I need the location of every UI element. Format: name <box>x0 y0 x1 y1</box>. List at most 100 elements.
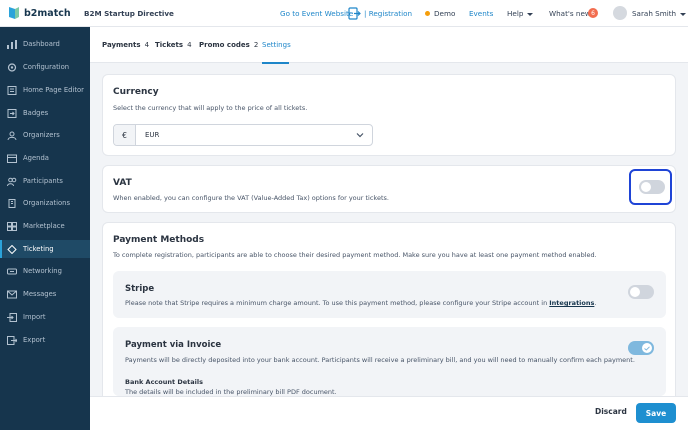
tab-label: Settings <box>262 41 291 49</box>
sidebar-item-networking[interactable]: Networking <box>0 262 90 280</box>
badge-icon <box>7 108 17 118</box>
go-to-event-website-link[interactable]: Go to Event Website <box>280 9 353 18</box>
messages-icon <box>7 290 17 299</box>
invoice-title: Payment via Invoice <box>125 340 222 350</box>
sidebar-item-label: Dashboard <box>23 40 60 48</box>
payment-methods-description: To complete registration, participants a… <box>113 251 597 259</box>
stripe-description-line: Please note that Stripe requires a minim… <box>125 299 597 307</box>
toggle-knob <box>641 182 651 192</box>
sidebar-item-participants[interactable]: Participants <box>0 172 90 190</box>
sidebar-item-dashboard[interactable]: Dashboard <box>0 35 90 53</box>
event-name: B2M Startup Directive <box>84 9 174 18</box>
sidebar-item-configuration[interactable]: Configuration <box>0 58 90 76</box>
tab-promo-codes[interactable]: Promo codes 2 <box>199 41 258 49</box>
sidebar-item-label: Agenda <box>23 154 49 162</box>
tab-count: 2 <box>253 41 259 49</box>
sidebar-item-label: Import <box>23 313 46 321</box>
stripe-card <box>113 271 666 318</box>
stripe-toggle[interactable] <box>628 285 654 299</box>
page-editor-icon <box>7 85 17 95</box>
agenda-icon <box>7 154 17 163</box>
vat-toggle[interactable] <box>639 180 665 194</box>
help-label: Help <box>507 9 524 18</box>
tab-label: Promo codes <box>199 41 250 49</box>
sidebar-item-organizers[interactable]: Organizers <box>0 126 90 144</box>
sidebar-item-label: Organizations <box>23 199 70 207</box>
integrations-link[interactable]: Integrations <box>549 299 594 307</box>
whats-new-link[interactable]: What's new <box>549 9 591 18</box>
logo-text: b2match <box>24 7 71 19</box>
tab-settings[interactable]: Settings <box>262 41 291 49</box>
sidebar-item-label: Home Page Editor <box>23 86 84 94</box>
export-icon <box>7 335 17 345</box>
user-menu[interactable]: Sarah Smith <box>632 9 687 18</box>
demo-link[interactable]: Demo <box>434 9 455 18</box>
sidebar-item-label: Messages <box>23 290 57 298</box>
organizations-icon <box>7 198 17 208</box>
tab-count: 4 <box>144 41 150 49</box>
sidebar-item-organizations[interactable]: Organizations <box>0 194 90 212</box>
check-icon <box>644 345 650 351</box>
bank-account-title: Bank Account Details <box>125 378 204 386</box>
external-link-icon[interactable] <box>348 7 361 20</box>
invoice-toggle[interactable] <box>628 341 654 355</box>
sidebar: Dashboard Configuration Home Page Editor… <box>0 27 90 430</box>
import-icon <box>7 312 17 322</box>
save-button[interactable]: Save <box>636 403 676 423</box>
vat-card <box>102 165 676 213</box>
sidebar-item-label: Badges <box>23 109 49 117</box>
tab-label: Payments <box>102 41 141 49</box>
currency-symbol: € <box>114 125 136 145</box>
tab-label: Tickets <box>155 41 184 49</box>
user-name: Sarah Smith <box>632 9 677 18</box>
currency-description: Select the currency that will apply to t… <box>113 104 308 112</box>
currency-value: EUR <box>145 131 160 139</box>
chevron-down-icon <box>527 12 534 16</box>
bank-account-description: The details will be included in the prel… <box>125 388 337 396</box>
sidebar-item-label: Export <box>23 336 46 344</box>
currency-select[interactable]: € EUR <box>113 124 373 146</box>
organizers-icon <box>7 131 17 140</box>
ticketing-icon <box>7 244 17 254</box>
chevron-down-icon <box>356 133 364 138</box>
sidebar-item-label: Organizers <box>23 131 60 139</box>
sidebar-item-label: Configuration <box>23 63 70 71</box>
sidebar-item-home-page-editor[interactable]: Home Page Editor <box>0 81 90 99</box>
sidebar-item-ticketing[interactable]: Ticketing <box>0 240 90 258</box>
logo[interactable]: b2match <box>8 6 71 20</box>
sidebar-item-agenda[interactable]: Agenda <box>0 149 90 167</box>
toggle-knob <box>642 343 652 353</box>
sidebar-item-label: Marketplace <box>23 222 65 230</box>
events-link[interactable]: Events <box>469 9 493 18</box>
invoice-description: Payments will be directly deposited into… <box>125 356 635 364</box>
stripe-description: Please note that Stripe requires a minim… <box>125 299 548 307</box>
demo-status-dot <box>425 10 430 16</box>
sidebar-item-label: Participants <box>23 177 63 185</box>
sidebar-item-label: Ticketing <box>23 245 54 253</box>
top-bar: b2match B2M Startup Directive Go to Even… <box>0 0 688 27</box>
networking-icon <box>7 267 17 276</box>
chevron-down-icon <box>680 12 687 16</box>
sidebar-item-marketplace[interactable]: Marketplace <box>0 217 90 235</box>
sidebar-item-messages[interactable]: Messages <box>0 285 90 303</box>
stripe-title: Stripe <box>125 284 155 294</box>
tab-count: 4 <box>187 41 192 49</box>
participants-icon <box>7 177 17 186</box>
tab-payments[interactable]: Payments 4 <box>102 41 149 49</box>
discard-button[interactable]: Discard <box>595 407 627 416</box>
configuration-icon <box>7 62 17 72</box>
registration-link[interactable]: | Registration <box>364 9 412 18</box>
whats-new-badge: 6 <box>588 8 598 18</box>
currency-title: Currency <box>113 87 159 97</box>
sidebar-item-label: Networking <box>23 267 62 275</box>
tab-tickets[interactable]: Tickets 4 <box>155 41 192 49</box>
avatar[interactable] <box>613 6 627 20</box>
sidebar-item-export[interactable]: Export <box>0 331 90 349</box>
sidebar-item-import[interactable]: Import <box>0 308 90 326</box>
help-menu[interactable]: Help <box>507 9 534 18</box>
vat-title: VAT <box>113 178 132 188</box>
vat-description: When enabled, you can configure the VAT … <box>113 194 389 202</box>
b2match-logo-icon <box>9 7 19 19</box>
sidebar-item-badges[interactable]: Badges <box>0 104 90 122</box>
tab-bar: Payments 4 Tickets 4 Promo codes 2 Settings <box>90 27 688 63</box>
